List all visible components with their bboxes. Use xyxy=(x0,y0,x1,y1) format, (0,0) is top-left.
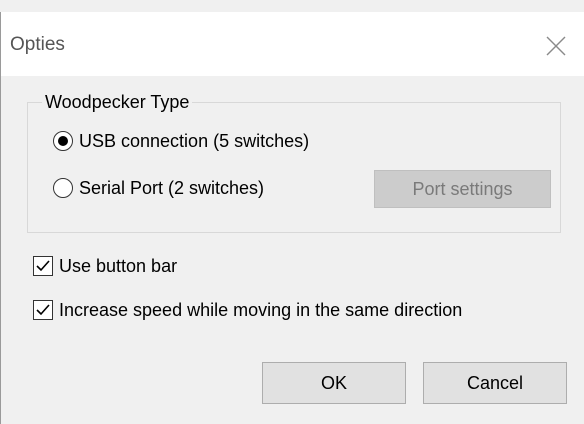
woodpecker-type-groupbox xyxy=(27,102,561,233)
ok-button[interactable]: OK xyxy=(262,362,406,404)
title-bar: Opties xyxy=(1,12,584,76)
serial-port-radio[interactable]: Serial Port (2 switches) xyxy=(53,177,264,199)
close-icon xyxy=(546,36,566,56)
use-button-bar-checkbox[interactable]: Use button bar xyxy=(33,255,177,277)
usb-connection-radio[interactable]: USB connection (5 switches) xyxy=(53,130,309,152)
close-button[interactable] xyxy=(525,24,584,68)
radio-button-unselected[interactable] xyxy=(53,178,73,198)
checkmark-icon xyxy=(36,304,50,316)
checkbox-checked[interactable] xyxy=(33,256,53,276)
checkbox-checked[interactable] xyxy=(33,300,53,320)
radio-selected-dot xyxy=(58,136,68,146)
usb-connection-label: USB connection (5 switches) xyxy=(79,131,310,151)
serial-port-label: Serial Port (2 switches) xyxy=(79,178,265,198)
use-button-bar-label: Use button bar xyxy=(59,256,178,276)
increase-speed-checkbox[interactable]: Increase speed while moving in the same … xyxy=(33,299,462,321)
increase-speed-label: Increase speed while moving in the same … xyxy=(59,300,463,320)
dialog-title: Opties xyxy=(10,34,65,55)
options-dialog: Opties Woodpecker Type USB connection (5… xyxy=(0,12,584,424)
checkmark-icon xyxy=(36,260,50,272)
woodpecker-type-legend: Woodpecker Type xyxy=(42,91,193,113)
cancel-button[interactable]: Cancel xyxy=(423,362,567,404)
port-settings-button[interactable]: Port settings xyxy=(374,170,551,208)
radio-button-selected[interactable] xyxy=(53,131,73,151)
